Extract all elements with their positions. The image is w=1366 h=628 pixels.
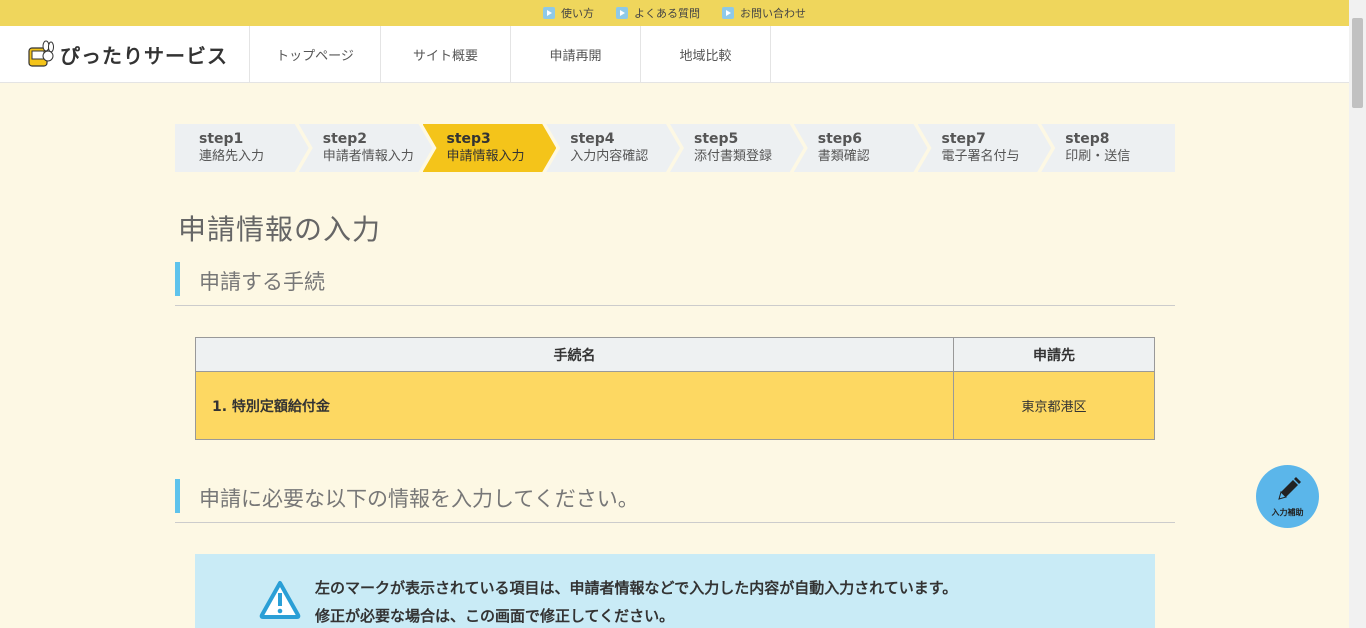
- step-2: step2 申請者情報入力: [299, 124, 433, 172]
- procedure-table: 手続名 申請先 1. 特別定額給付金 東京都港区: [195, 337, 1155, 440]
- play-icon: [543, 7, 555, 19]
- notice-text-line2: 修正が必要な場合は、この画面で修正してください。: [315, 607, 675, 625]
- play-icon: [616, 7, 628, 19]
- contact-link[interactable]: お問い合わせ: [722, 5, 806, 21]
- notice-text-line1: 左のマークが表示されている項目は、申請者情報などで入力した内容が自動入力されてい…: [315, 579, 958, 597]
- page-title: 申請情報の入力: [178, 213, 382, 246]
- procedure-name-cell: 1. 特別定額給付金: [195, 371, 954, 440]
- step-4: step4 入力内容確認: [546, 124, 680, 172]
- logo-text: ぴったりサービス: [60, 43, 228, 68]
- scrollbar-thumb[interactable]: [1352, 18, 1363, 108]
- heading-accent-bar: [175, 262, 180, 296]
- section-heading-procedure: 申請する手続: [175, 262, 1175, 306]
- nav-site-overview[interactable]: サイト概要: [381, 26, 511, 82]
- top-utility-bar: 使い方 よくある質問 お問い合わせ: [0, 0, 1349, 26]
- pencil-icon: [1277, 477, 1301, 500]
- nav-top-page[interactable]: トップページ: [250, 26, 381, 82]
- site-logo[interactable]: ぴったりサービス: [0, 26, 250, 82]
- table-row: 1. 特別定額給付金 東京都港区: [195, 371, 1155, 440]
- faq-link[interactable]: よくある質問: [616, 5, 700, 21]
- step-8: step8 印刷・送信: [1041, 124, 1175, 172]
- site-header: ぴったりサービス トップページ サイト概要 申請再開 地域比較: [0, 26, 1349, 83]
- page-scrollbar[interactable]: [1349, 0, 1366, 628]
- warning-triangle-icon: [259, 581, 301, 619]
- nav-region-compare[interactable]: 地域比較: [641, 26, 771, 82]
- step-5: step5 添付書類登録: [670, 124, 804, 172]
- usage-link[interactable]: 使い方: [543, 5, 594, 21]
- step-1: step1 連絡先入力: [175, 124, 309, 172]
- heading-accent-bar: [175, 479, 180, 513]
- section-heading-required-info: 申請に必要な以下の情報を入力してください。: [175, 479, 1175, 523]
- destination-cell: 東京都港区: [953, 371, 1155, 440]
- step-6: step6 書類確認: [794, 124, 928, 172]
- mascot-logo-icon: [28, 40, 54, 67]
- input-assist-button[interactable]: 入力補助: [1256, 465, 1319, 528]
- column-header-destination: 申請先: [953, 337, 1155, 372]
- play-icon: [722, 7, 734, 19]
- column-header-procedure-name: 手続名: [195, 337, 954, 372]
- autofill-notice: 左のマークが表示されている項目は、申請者情報などで入力した内容が自動入力されてい…: [195, 554, 1155, 628]
- step-3-current: step3 申請情報入力: [423, 124, 557, 172]
- step-7: step7 電子署名付与: [918, 124, 1052, 172]
- nav-resume-application[interactable]: 申請再開: [511, 26, 641, 82]
- progress-steps: step1 連絡先入力 step2 申請者情報入力 step3 申請情報入力 step…: [175, 124, 1175, 172]
